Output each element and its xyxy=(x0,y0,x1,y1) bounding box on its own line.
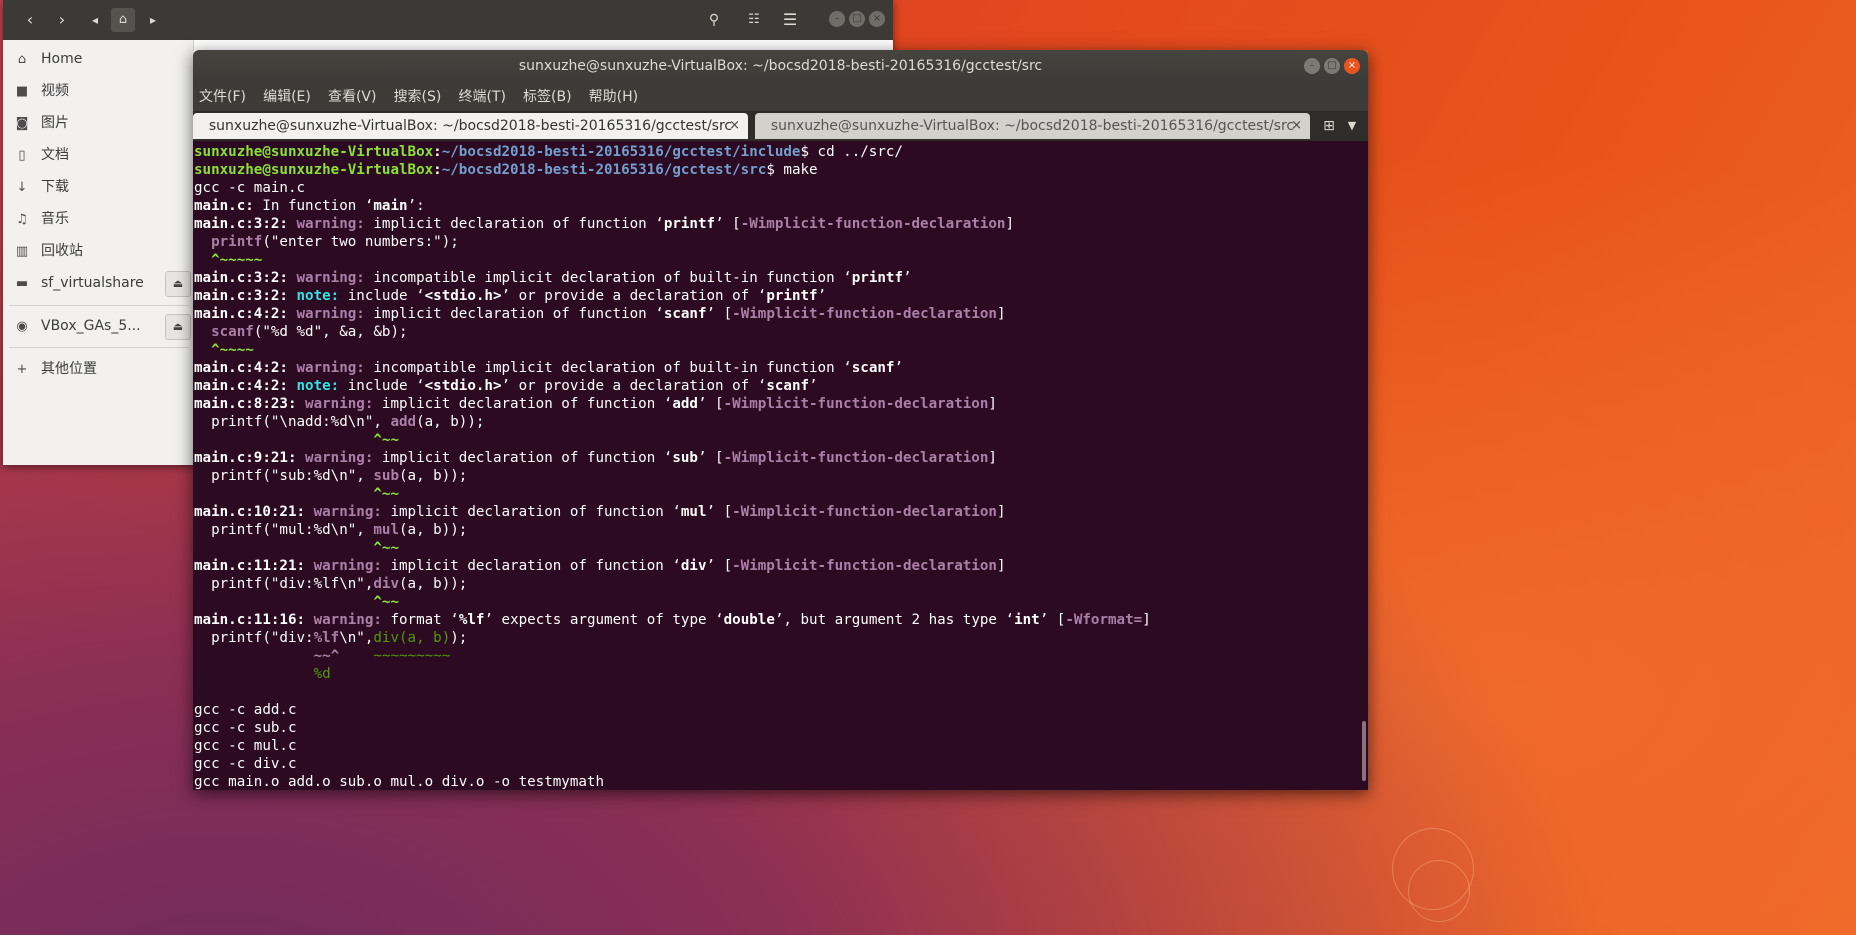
sidebar-item-music[interactable]: ♫ 音乐 xyxy=(13,207,188,231)
video-icon: ■ xyxy=(15,84,29,99)
sidebar-separator xyxy=(9,347,189,348)
chevron-down-icon[interactable]: ▼ xyxy=(1343,115,1361,137)
eject-button[interactable]: ⏏ xyxy=(165,271,191,297)
eject-icon: ⏏ xyxy=(172,277,184,290)
path-right-icon[interactable]: ▸ xyxy=(145,8,161,32)
download-icon: ↓ xyxy=(16,180,28,195)
menu-search[interactable]: 搜索(S) xyxy=(394,83,442,111)
menu-icon[interactable]: ☰ xyxy=(777,8,803,32)
sidebar-item-pictures[interactable]: ◙ 图片 xyxy=(13,111,188,135)
file-manager-sidebar: ⌂ Home ■ 视频 ◙ 图片 ▯ 文档 ↓ 下载 ♫ 音乐 ▥ 回收站 ▬ sf_virtu… xyxy=(3,40,194,465)
menu-edit[interactable]: 编辑(E) xyxy=(263,83,311,111)
sidebar-item-label: 音乐 xyxy=(41,211,69,227)
maximize-icon[interactable]: □ xyxy=(849,11,865,27)
sidebar-item-label: 下载 xyxy=(41,179,69,195)
close-icon[interactable]: × xyxy=(1291,113,1302,139)
sidebar-item-label: VBox_GAs_5... xyxy=(41,318,141,334)
sidebar-item-label: Home xyxy=(41,51,83,67)
menu-terminal[interactable]: 终端(T) xyxy=(458,83,505,111)
music-icon: ♫ xyxy=(16,212,28,227)
eject-icon: ⏏ xyxy=(172,320,184,333)
path-left-icon[interactable]: ◂ xyxy=(87,8,103,32)
plus-icon: + xyxy=(16,362,28,377)
document-icon: ▯ xyxy=(18,148,26,163)
scrollbar[interactable] xyxy=(1362,721,1366,781)
new-tab-icon[interactable]: ⊞ xyxy=(1319,115,1339,137)
sidebar-item-label: sf_virtualshare xyxy=(41,275,144,291)
close-icon[interactable]: × xyxy=(869,11,885,27)
terminal-window: sunxuzhe@sunxuzhe-VirtualBox: ~/bocsd201… xyxy=(193,50,1368,790)
view-options-icon[interactable]: ☷ xyxy=(741,8,767,32)
sidebar-item-videos[interactable]: ■ 视频 xyxy=(13,79,188,103)
sidebar-item-label: 图片 xyxy=(41,115,69,131)
sidebar-item-downloads[interactable]: ↓ 下载 xyxy=(13,175,188,199)
sidebar-item-vbox-gas[interactable]: ◉ VBox_GAs_5... xyxy=(13,314,188,338)
back-icon[interactable]: ‹ xyxy=(17,8,43,32)
file-manager-headerbar: ‹ › ◂ ⌂ ▸ ⚲ ☷ ☰ – □ × xyxy=(3,0,893,40)
terminal-titlebar[interactable]: sunxuzhe@sunxuzhe-VirtualBox: ~/bocsd201… xyxy=(193,50,1368,83)
menu-tabs[interactable]: 标签(B) xyxy=(523,83,572,111)
sidebar-item-label: 文档 xyxy=(41,147,69,163)
sidebar-item-label: 其他位置 xyxy=(41,361,97,377)
camera-icon: ◙ xyxy=(15,116,29,131)
close-icon[interactable]: × xyxy=(729,113,740,139)
sidebar-item-other-locations[interactable]: + 其他位置 xyxy=(13,357,188,381)
trash-icon: ▥ xyxy=(15,244,29,259)
eject-button[interactable]: ⏏ xyxy=(165,314,191,340)
minimize-icon[interactable]: – xyxy=(829,11,845,27)
sidebar-separator xyxy=(9,305,189,306)
terminal-tabbar: sunxuzhe@sunxuzhe-VirtualBox: ~/bocsd201… xyxy=(193,111,1368,141)
sidebar-item-home[interactable]: ⌂ Home xyxy=(13,47,188,71)
menu-file[interactable]: 文件(F) xyxy=(199,83,246,111)
menu-view[interactable]: 查看(V) xyxy=(328,83,377,111)
wallpaper-circle xyxy=(1408,860,1470,922)
tab-label: sunxuzhe@sunxuzhe-VirtualBox: ~/bocsd201… xyxy=(208,118,733,134)
terminal-text: sunxuzhe@sunxuzhe-VirtualBox:~/bocsd2018… xyxy=(194,143,1151,790)
tab-2[interactable]: sunxuzhe@sunxuzhe-VirtualBox: ~/bocsd201… xyxy=(755,113,1310,139)
drive-icon: ▬ xyxy=(15,276,29,291)
sidebar-item-trash[interactable]: ▥ 回收站 xyxy=(13,239,188,263)
maximize-icon[interactable]: □ xyxy=(1324,58,1340,74)
tab-1[interactable]: sunxuzhe@sunxuzhe-VirtualBox: ~/bocsd201… xyxy=(193,113,748,139)
terminal-output[interactable]: sunxuzhe@sunxuzhe-VirtualBox:~/bocsd2018… xyxy=(193,141,1368,790)
sidebar-item-documents[interactable]: ▯ 文档 xyxy=(13,143,188,167)
window-title: sunxuzhe@sunxuzhe-VirtualBox: ~/bocsd201… xyxy=(518,58,1043,74)
home-icon: ⌂ xyxy=(17,52,27,67)
tab-label: sunxuzhe@sunxuzhe-VirtualBox: ~/bocsd201… xyxy=(770,118,1295,134)
disc-icon: ◉ xyxy=(16,319,28,334)
sidebar-item-label: 视频 xyxy=(41,83,69,99)
terminal-menubar: 文件(F) 编辑(E) 查看(V) 搜索(S) 终端(T) 标签(B) 帮助(H… xyxy=(193,83,1368,111)
sidebar-item-label: 回收站 xyxy=(41,243,83,259)
sidebar-item-sf-virtualshare[interactable]: ▬ sf_virtualshare xyxy=(13,271,188,295)
forward-icon[interactable]: › xyxy=(49,8,75,32)
home-path-icon[interactable]: ⌂ xyxy=(111,8,135,32)
search-icon[interactable]: ⚲ xyxy=(701,8,727,32)
close-icon[interactable]: × xyxy=(1344,58,1360,74)
minimize-icon[interactable]: – xyxy=(1304,58,1320,74)
menu-help[interactable]: 帮助(H) xyxy=(589,83,638,111)
